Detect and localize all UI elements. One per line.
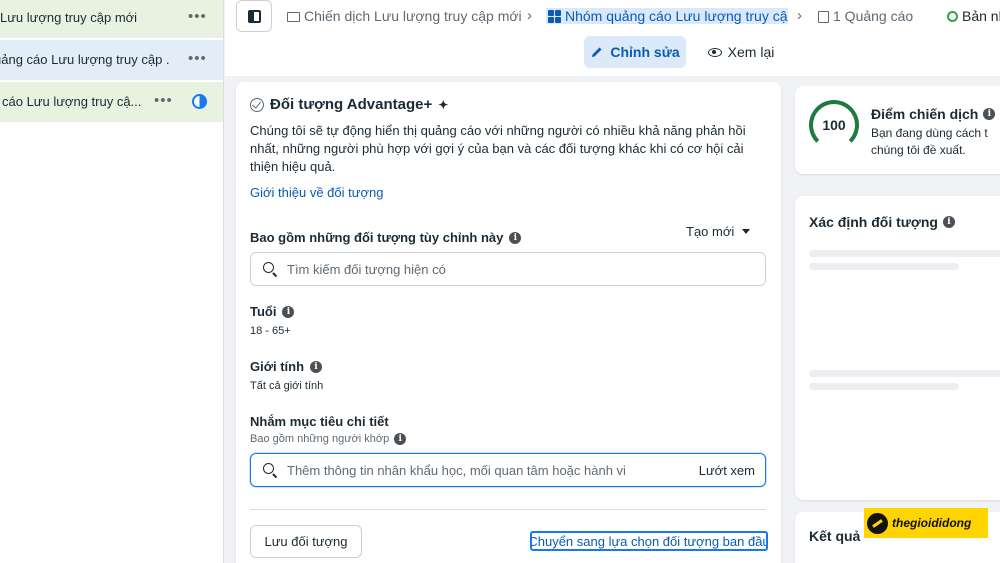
breadcrumb-label: 1 Quảng cáo [833,8,914,24]
age-heading: Tuổi i [250,304,295,319]
results-title: Kết quả [809,528,861,544]
watermark-logo: thegioididong [864,508,988,538]
breadcrumb-label: Chiến dịch Lưu lượng truy cập mới [304,8,522,24]
edit-button[interactable]: Chỉnh sửa [584,36,686,68]
review-button[interactable]: Xem lại [701,36,781,68]
info-icon[interactable]: i [282,305,295,318]
more-options-icon[interactable]: ••• [188,8,207,25]
create-new-dropdown[interactable]: Tạo mới [686,224,751,239]
custom-audience-heading: Bao gồm những đối tượng tùy chỉnh này i [250,230,522,245]
caret-down-icon [742,229,751,234]
sparkle-icon: ✦ [438,97,449,112]
chevron-right-icon: › [797,7,802,24]
score-description: Bạn đang dùng cách t chúng tôi đề xuất. [871,125,1000,159]
sidebar-toggle-icon [248,10,261,23]
audience-card: Đối tượng Advantage+ ✦ Chúng tôi sẽ tự đ… [236,82,781,563]
advantage-description: Chúng tôi sẽ tự động hiển thị quảng cáo … [250,123,746,174]
pencil-icon [592,47,602,57]
targeting-sub-label: Bao gồm những người khớp [250,433,390,445]
detailed-targeting-title: Nhắm mục tiêu chi tiết [250,414,389,429]
advantage-title: Đối tượng Advantage+ [270,96,433,113]
score-desc-line: Bạn đang dùng cách t [871,126,988,140]
loading-placeholder [809,370,1000,377]
score-title: Điểm chiến dịch [871,106,979,122]
more-options-icon[interactable]: ••• [154,92,173,109]
search-icon [263,463,274,474]
search-placeholder: Tìm kiếm đối tượng hiện có [287,262,446,277]
age-title: Tuổi [250,304,277,319]
detailed-targeting-heading: Nhắm mục tiêu chi tiết [250,414,389,429]
gender-heading: Giới tính i [250,359,323,374]
define-audience-title: Xác định đối tượng [809,214,938,230]
define-audience-heading: Xác định đối tượng i [809,214,955,230]
advantage-audience-header: Đối tượng Advantage+ ✦ [250,96,448,113]
eye-icon [707,47,722,57]
half-circle-status-icon [192,94,207,109]
custom-audience-title: Bao gồm những đối tượng tùy chỉnh này [250,230,504,245]
breadcrumb-campaign[interactable]: Chiến dịch Lưu lượng truy cập mới [287,8,522,24]
targeting-placeholder: Thêm thông tin nhân khẩu học, mối quan t… [287,463,626,478]
custom-audience-search-input[interactable]: Tìm kiếm đối tượng hiện có [250,252,766,286]
search-icon [263,262,274,273]
watermark-text: thegioididong [892,516,972,530]
breadcrumb-bar: Chiến dịch Lưu lượng truy cập mới › Nhóm… [225,0,1000,76]
tree-item-label: cáo Lưu lượng truy cậ... [2,94,142,109]
campaign-score-panel: 100 Điểm chiến dịch i Bạn đang dùng cách… [795,86,1000,174]
folder-icon [287,12,300,22]
audience-definition-panel: Xác định đối tượng i [795,196,1000,500]
info-icon[interactable]: i [983,108,996,120]
browse-button[interactable]: Lướt xem [699,463,755,478]
campaign-tree: Lưu lượng truy cập mới ••• uảng cáo Lưu … [0,0,224,563]
tree-item-label: uảng cáo Lưu lượng truy cập ... [0,52,170,67]
more-options-icon[interactable]: ••• [188,50,207,67]
ad-icon [818,11,829,23]
chevron-right-icon: › [527,7,532,24]
results-heading: Kết quả [809,528,860,544]
switch-original-audience-link[interactable]: Chuyển sang lựa chọn đối tượng ban đầu [530,531,768,551]
divider [250,509,766,510]
info-icon[interactable]: i [394,433,407,445]
grid-icon [548,9,561,23]
logo-icon [867,512,888,534]
score-value: 100 [822,117,846,133]
score-heading: Điểm chiến dịch i [871,106,996,122]
edit-label: Chỉnh sửa [610,44,680,60]
gender-title: Giới tính [250,359,305,374]
tree-item-campaign[interactable]: Lưu lượng truy cập mới ••• [0,0,223,38]
review-label: Xem lại [727,44,775,60]
breadcrumb-label: Bản nh [962,8,1000,24]
tree-item-adset[interactable]: uảng cáo Lưu lượng truy cập ... ••• [0,40,223,80]
gender-value[interactable]: Tất cả giới tính [250,380,323,392]
audience-intro-link[interactable]: Giới thiệu về đối tượng [250,185,383,200]
info-icon[interactable]: i [310,360,323,373]
targeting-subheading: Bao gồm những người khớp i [250,433,407,445]
info-icon[interactable]: i [509,231,522,244]
check-circle-icon [250,97,264,112]
save-audience-button[interactable]: Lưu đối tượng [250,525,362,558]
breadcrumb-draft[interactable]: Bản nh [947,8,1000,24]
breadcrumb-label: Nhóm quảng cáo Lưu lượng truy cập [565,8,788,24]
breadcrumb-adset[interactable]: Nhóm quảng cáo Lưu lượng truy cập [546,8,788,24]
score-desc-line: chúng tôi đề xuất. [871,143,966,157]
age-value[interactable]: 18 - 65+ [250,325,291,337]
breadcrumb-ad[interactable]: 1 Quảng cáo [818,8,913,24]
info-icon[interactable]: i [942,216,955,228]
loading-placeholder [809,383,959,390]
toggle-sidebar-button[interactable] [236,0,272,32]
detailed-targeting-search-input[interactable]: Thêm thông tin nhân khẩu học, mối quan t… [250,453,766,487]
loading-placeholder [809,263,959,270]
loading-placeholder [809,250,1000,257]
tree-item-label: Lưu lượng truy cập mới [0,10,138,25]
status-circle-icon [947,10,958,22]
create-new-label: Tạo mới [686,224,735,239]
tree-item-ad[interactable]: cáo Lưu lượng truy cậ... ••• [0,82,223,122]
